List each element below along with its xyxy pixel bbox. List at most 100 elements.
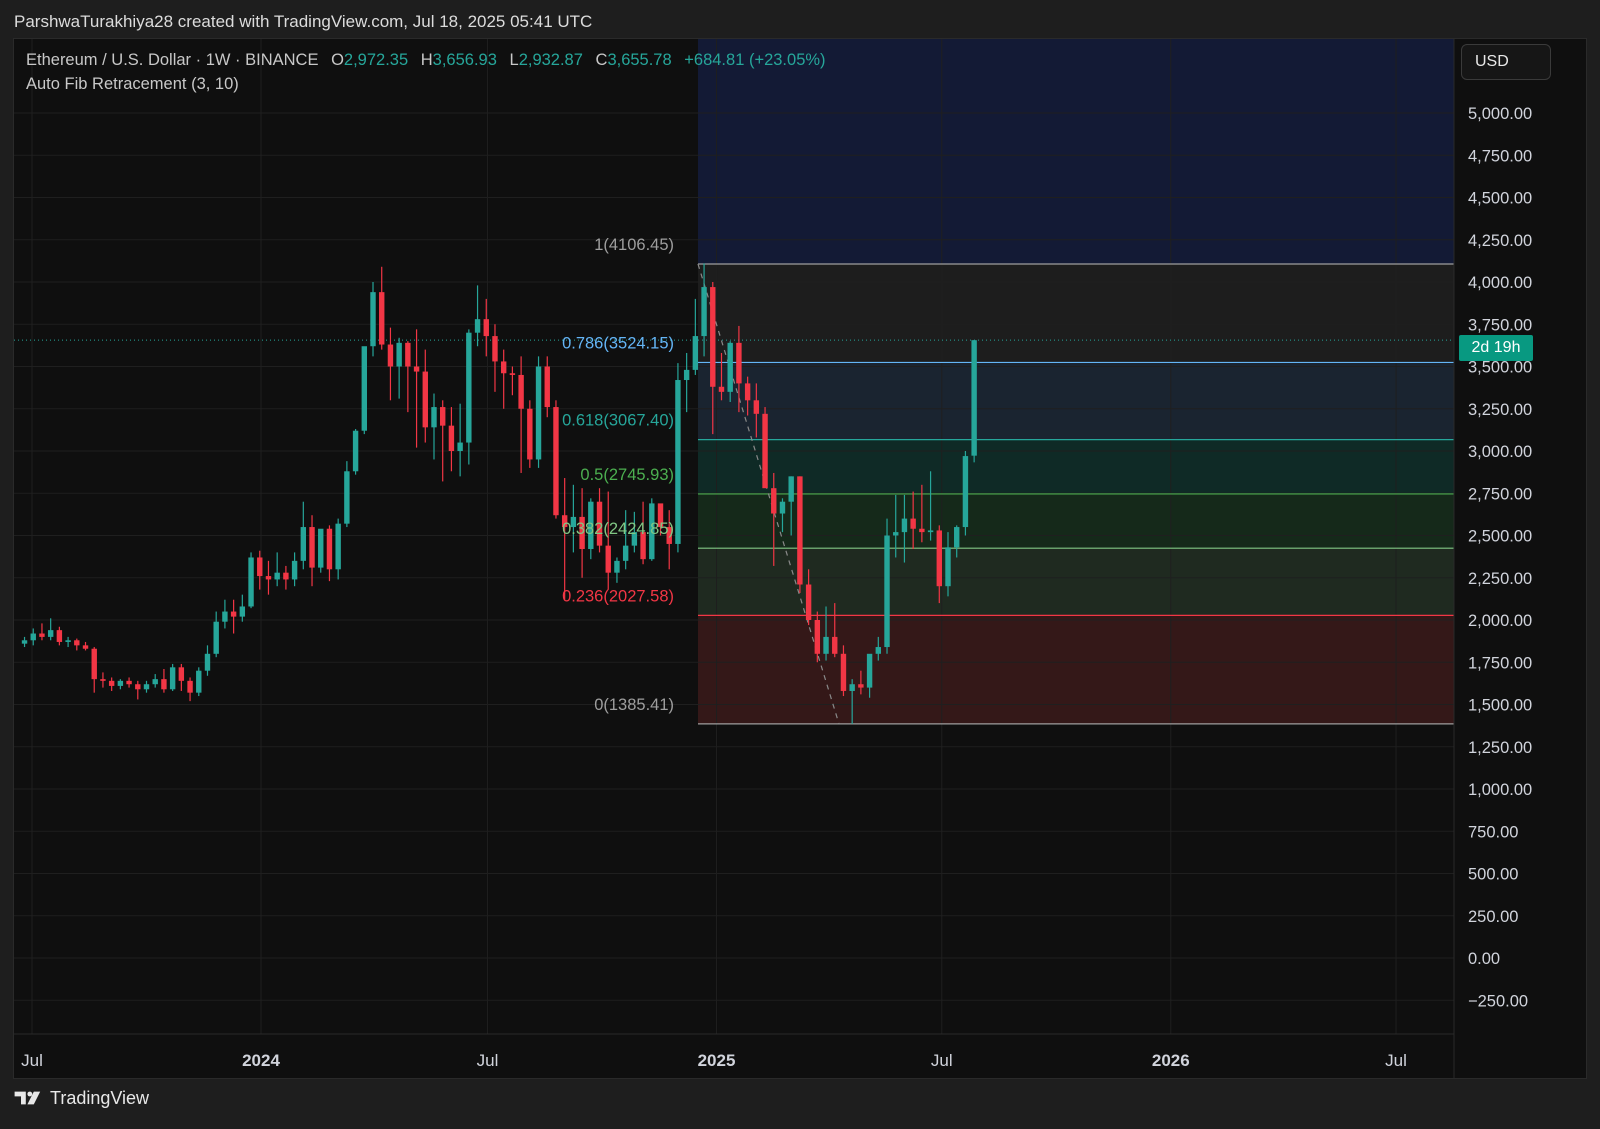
candle-body xyxy=(945,547,951,587)
price-tick-label: 1,500.00 xyxy=(1468,697,1532,715)
symbol-legend[interactable]: Ethereum / U.S. Dollar · 1W · BINANCE O2… xyxy=(26,51,826,70)
candle-body xyxy=(727,342,733,392)
candle-body xyxy=(326,528,333,570)
candle-body xyxy=(431,407,437,428)
candle-body xyxy=(466,332,472,443)
price-tick-label: 250.00 xyxy=(1468,908,1518,926)
price-tick-label: 5,000.00 xyxy=(1468,105,1532,123)
candle-body xyxy=(204,653,211,671)
currency-button[interactable]: USD xyxy=(1461,44,1551,80)
candle-body xyxy=(213,621,219,654)
close-value: 3,655.78 xyxy=(607,51,672,69)
footer-brand[interactable]: TradingView xyxy=(14,1086,149,1110)
candle-body xyxy=(396,342,402,367)
candle-body xyxy=(788,476,794,502)
candlestick-chart[interactable]: 1(4106.45) 0.786(3524.15) 0.618(3067.40) 0.… xyxy=(14,39,1587,1079)
candle-body xyxy=(300,527,307,561)
bar-countdown-badge: 2d 19h xyxy=(1459,335,1533,361)
candle-body xyxy=(936,530,942,587)
candle-body xyxy=(736,342,742,384)
candle-body xyxy=(56,630,63,642)
candle-body xyxy=(361,346,367,431)
candle-body xyxy=(21,640,28,644)
candle-body xyxy=(919,528,925,533)
symbol-title[interactable]: Ethereum / U.S. Dollar · 1W · BINANCE xyxy=(26,51,318,69)
candle-body xyxy=(832,636,838,654)
footer-brand-text: TradingView xyxy=(50,1087,150,1108)
candle-body xyxy=(814,620,821,654)
candle-body xyxy=(858,684,864,688)
price-tick-label: 1,000.00 xyxy=(1468,781,1532,799)
fib-zone-0.382 xyxy=(698,548,1454,616)
candle-body xyxy=(108,680,115,686)
candle-body xyxy=(866,653,873,688)
candle-body xyxy=(187,680,193,693)
price-tick-label: 3,250.00 xyxy=(1468,401,1532,419)
candle-body xyxy=(318,528,324,568)
candle-body xyxy=(91,648,97,680)
indicator-title[interactable]: Auto Fib Retracement (3, 10) xyxy=(26,75,239,94)
candle-body xyxy=(30,633,36,641)
candle-body xyxy=(954,527,960,548)
candle-body xyxy=(875,647,882,654)
candle-body xyxy=(100,679,106,681)
candle-body xyxy=(910,518,916,529)
time-tick-label: Jul xyxy=(1385,1051,1407,1070)
candle-body xyxy=(169,667,176,690)
price-tick-label: 1,750.00 xyxy=(1468,654,1532,672)
time-tick-label: 2026 xyxy=(1152,1051,1190,1070)
candle-body xyxy=(283,572,289,580)
candle-body xyxy=(370,292,376,347)
time-tick-label: 2025 xyxy=(698,1051,736,1070)
candle-body xyxy=(744,383,751,401)
fib-zones xyxy=(698,39,1454,724)
price-tick-label: 4,750.00 xyxy=(1468,147,1532,165)
candle-body xyxy=(274,572,280,580)
fib-zone-0.786 xyxy=(698,362,1454,440)
candle-body xyxy=(257,557,263,577)
fib-label: 1(4106.45) xyxy=(594,236,674,254)
fib-label: 0.236(2027.58) xyxy=(562,587,674,605)
candle-body xyxy=(335,523,341,570)
fib-zone-1 xyxy=(698,264,1454,363)
price-tick-label: −250.00 xyxy=(1468,992,1528,1010)
candle-body xyxy=(971,340,977,456)
candle-body xyxy=(344,471,350,524)
fib-label: 0.5(2745.93) xyxy=(580,466,674,484)
chart-panel[interactable]: 1(4106.45) 0.786(3524.15) 0.618(3067.40) 0.… xyxy=(13,38,1587,1079)
candle-body xyxy=(901,518,908,533)
candle-body xyxy=(675,380,681,544)
candle-body xyxy=(527,408,533,460)
candle-body xyxy=(474,319,481,333)
price-tick-label: 500.00 xyxy=(1468,866,1518,884)
candle-body xyxy=(387,344,394,367)
candle-body xyxy=(65,640,71,642)
price-tick-label: 3,500.00 xyxy=(1468,359,1532,377)
candle-body xyxy=(509,373,516,375)
candle-body xyxy=(483,319,489,337)
candle-body xyxy=(230,611,237,617)
fib-label: 0.786(3524.15) xyxy=(562,334,674,352)
candle-body xyxy=(47,630,54,637)
candle-body xyxy=(805,584,812,620)
close-label: C xyxy=(595,51,608,69)
candle-body xyxy=(692,336,699,370)
fib-label: 0.382(2424.85) xyxy=(562,520,674,538)
candle-body xyxy=(553,407,559,516)
price-tick-label: 3,750.00 xyxy=(1468,316,1532,334)
open-label: O xyxy=(331,51,344,69)
price-tick-label: 2,250.00 xyxy=(1468,570,1532,588)
candle-body xyxy=(143,684,150,690)
candle-body xyxy=(413,366,420,372)
candle-body xyxy=(309,527,315,568)
candle-body xyxy=(771,488,777,514)
candle-body xyxy=(701,287,707,337)
candle-body xyxy=(248,557,254,607)
candle-body xyxy=(823,636,829,654)
candle-body xyxy=(797,476,803,585)
candle-body xyxy=(117,680,124,686)
low-value: 2,932.87 xyxy=(518,51,583,69)
open-value: 2,972.35 xyxy=(343,51,409,69)
time-tick-label: Jul xyxy=(21,1051,43,1070)
candle-body xyxy=(884,535,890,648)
